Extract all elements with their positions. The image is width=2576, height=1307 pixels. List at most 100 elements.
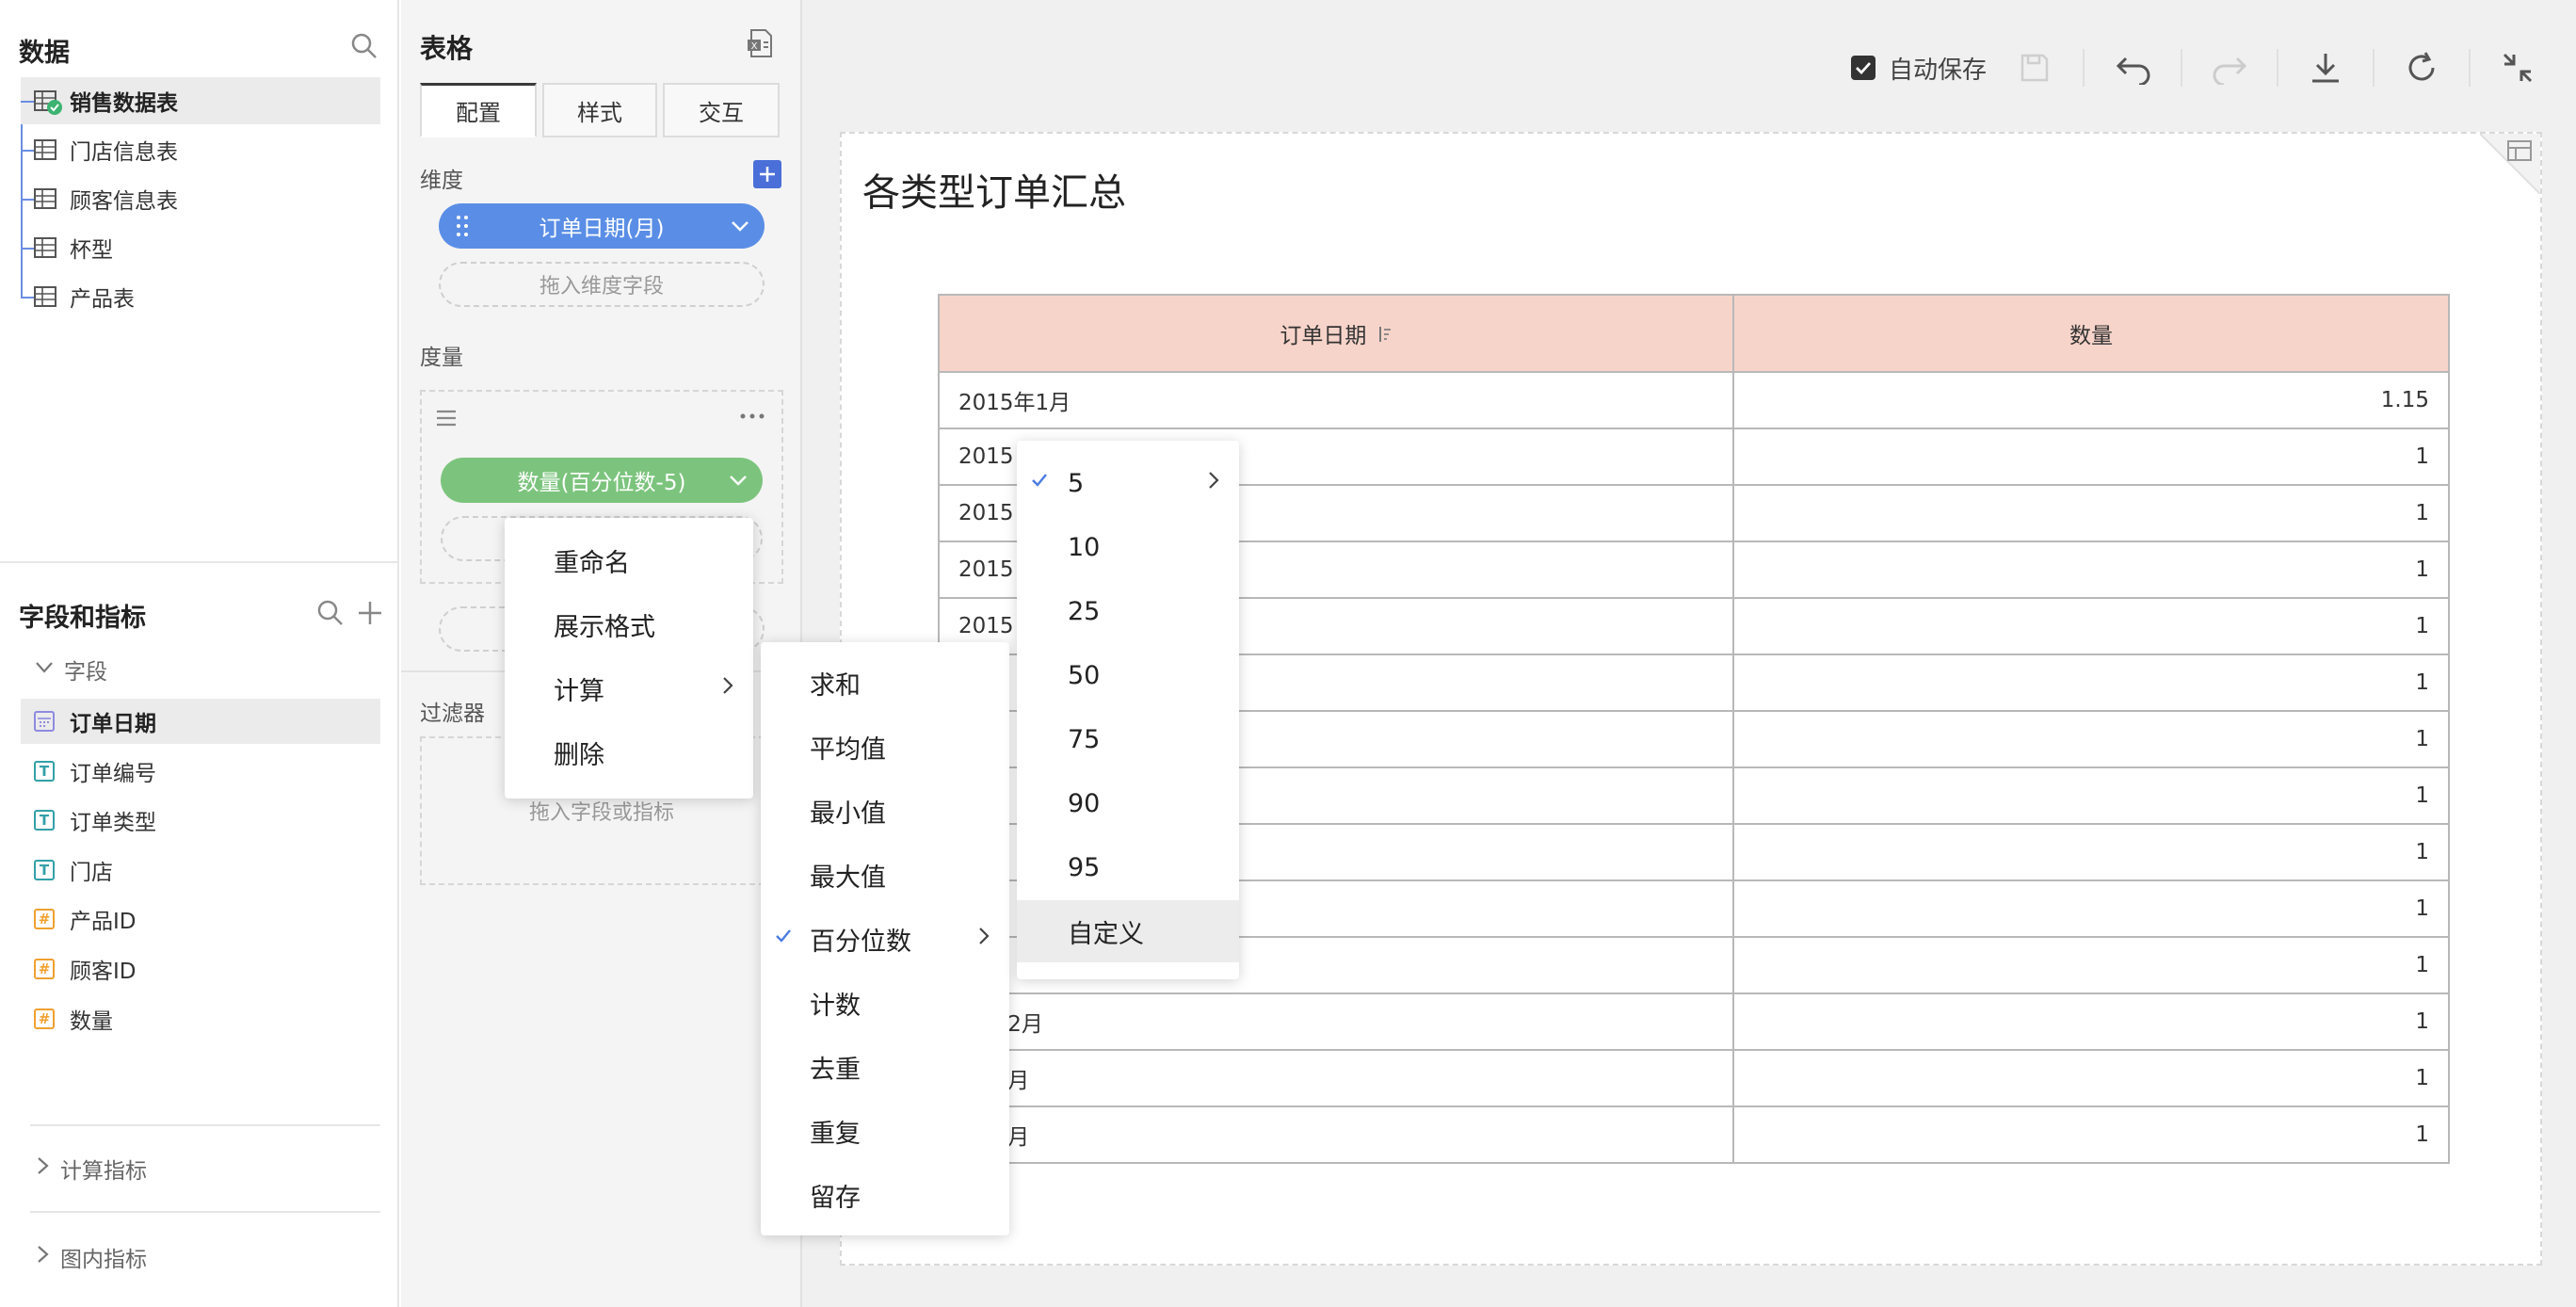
calc-menu-item[interactable]: 最大值: [761, 844, 1009, 906]
redo-icon[interactable]: [2211, 45, 2248, 90]
text-field-icon: T: [34, 810, 55, 831]
context-menu-item[interactable]: 计算: [505, 657, 753, 719]
measure-label: 度量: [420, 346, 463, 370]
table-item[interactable]: 杯型: [21, 224, 113, 271]
field-item[interactable]: T 订单类型: [21, 798, 380, 843]
qty-cell: 1: [1732, 1105, 2450, 1164]
column-header-qty[interactable]: 数量: [1732, 294, 2450, 373]
qty-cell: 1: [1732, 766, 2450, 825]
collapse-icon[interactable]: [2501, 45, 2535, 90]
table-item[interactable]: 门店信息表: [21, 126, 178, 173]
table-item[interactable]: 顾客信息表: [21, 175, 178, 222]
chevron-down-icon[interactable]: [727, 469, 749, 497]
tree-connector: [21, 101, 34, 103]
calc-menu-item[interactable]: 重复: [761, 1100, 1009, 1162]
percentile-menu-item-label: 95: [1068, 852, 1101, 882]
field-item[interactable]: # 数量: [21, 996, 380, 1041]
excel-icon[interactable]: X: [746, 28, 776, 62]
measure-pill[interactable]: 数量(百分位数-5): [441, 458, 763, 503]
calc-menu-item-label: 求和: [810, 670, 861, 701]
tree-connector: [21, 150, 34, 152]
percentile-menu-item-label: 10: [1068, 532, 1101, 562]
context-menu-item-label: 计算: [554, 676, 604, 706]
field-item[interactable]: # 产品ID: [21, 896, 380, 942]
tab-config[interactable]: 配置: [420, 83, 537, 137]
column-header-label: 数量: [2069, 324, 2113, 348]
table-item[interactable]: 销售数据表: [21, 77, 380, 124]
chevron-right-icon: [721, 675, 734, 702]
calc-submenu: 求和平均值 最小值最大值百分位数 计数去重重复 留存: [761, 642, 1009, 1235]
calc-menu-item[interactable]: 最小值: [761, 780, 1009, 842]
percentile-menu-item[interactable]: 50: [1017, 644, 1239, 706]
table-row: 6年1月1: [938, 1049, 2450, 1107]
table-row: 6年2月1: [938, 1105, 2450, 1164]
number-field-icon: #: [34, 909, 55, 930]
search-icon[interactable]: [316, 599, 345, 631]
percentile-menu-item[interactable]: 5: [1017, 452, 1239, 514]
dimension-pill[interactable]: 订单日期(月): [439, 203, 765, 249]
field-item[interactable]: 订单日期: [21, 699, 380, 744]
percentile-menu-item-label: 自定义: [1068, 919, 1144, 949]
percentile-menu-item[interactable]: 95: [1017, 836, 1239, 898]
toolbar-separator: [2083, 49, 2085, 87]
autosave-toggle[interactable]: 自动保存: [1851, 45, 1987, 90]
dimension-drop-zone[interactable]: 拖入维度字段: [439, 262, 765, 307]
table-row: 2015年1月 1.15: [938, 371, 2450, 429]
calc-menu-item[interactable]: 求和: [761, 652, 1009, 714]
context-menu-item[interactable]: 重命名: [505, 529, 753, 591]
save-icon[interactable]: [2019, 45, 2051, 90]
percentile-menu-item[interactable]: 自定义: [1017, 900, 1239, 962]
field-context-menu: 重命名展示格式计算删除: [505, 518, 753, 799]
field-item-label: 产品ID: [70, 910, 137, 935]
refresh-icon[interactable]: [2405, 45, 2439, 90]
field-item-label: 订单日期: [70, 712, 156, 736]
add-dimension-icon[interactable]: [753, 160, 781, 188]
context-menu-item[interactable]: 删除: [505, 721, 753, 783]
tree-connector: [21, 199, 34, 201]
download-icon[interactable]: [2309, 45, 2343, 90]
chevron-right-icon: [34, 1155, 51, 1182]
table-item-label: 销售数据表: [70, 91, 178, 116]
field-group-toggle[interactable]: 字段: [34, 654, 107, 686]
undo-icon[interactable]: [2115, 45, 2152, 90]
check-icon: [1030, 471, 1049, 495]
calc-menu-item[interactable]: 去重: [761, 1036, 1009, 1098]
tab-style[interactable]: 样式: [542, 83, 657, 137]
context-menu-item[interactable]: 展示格式: [505, 593, 753, 655]
calc-menu-item-label: 最大值: [810, 863, 886, 893]
calc-menu-item[interactable]: 留存: [761, 1164, 1009, 1226]
field-item-label: 订单类型: [70, 811, 156, 836]
field-item[interactable]: T 门店: [21, 847, 380, 893]
search-icon[interactable]: [350, 32, 378, 64]
column-header-date[interactable]: 订单日期: [938, 294, 1734, 373]
calc-menu-item[interactable]: 计数: [761, 972, 1009, 1034]
tab-interaction[interactable]: 交互: [663, 83, 780, 137]
context-menu-item-label: 展示格式: [554, 612, 655, 642]
table-item[interactable]: 产品表: [21, 273, 135, 320]
calc-metrics-toggle[interactable]: 计算指标: [34, 1153, 147, 1185]
toolbar-separator: [2277, 49, 2278, 87]
percentile-menu-item[interactable]: 75: [1017, 708, 1239, 770]
percentile-menu-item[interactable]: 90: [1017, 772, 1239, 834]
menu-icon[interactable]: [435, 407, 458, 433]
percentile-menu-item[interactable]: 25: [1017, 580, 1239, 642]
calc-menu-item-label: 去重: [810, 1055, 861, 1085]
sort-asc-icon[interactable]: [1377, 325, 1393, 349]
card-title: 各类型订单汇总: [862, 171, 1126, 215]
chevron-down-icon[interactable]: [729, 215, 751, 243]
context-menu-item-label: 重命名: [554, 548, 630, 578]
percentile-menu-item[interactable]: 10: [1017, 516, 1239, 578]
divider: [30, 1124, 380, 1126]
drag-handle-icon[interactable]: [456, 215, 469, 243]
check-icon: [774, 927, 793, 951]
more-icon[interactable]: [738, 405, 766, 431]
add-icon[interactable]: [356, 599, 384, 631]
chart-metrics-toggle[interactable]: 图内指标: [34, 1241, 147, 1273]
table-icon: [34, 237, 56, 258]
checkbox-checked-icon[interactable]: [1851, 56, 1876, 80]
corner-settings-icon[interactable]: [2479, 133, 2541, 195]
field-item[interactable]: # 顾客ID: [21, 946, 380, 992]
field-item[interactable]: T 订单编号: [21, 749, 380, 794]
calc-menu-item[interactable]: 百分位数: [761, 908, 1009, 970]
calc-menu-item[interactable]: 平均值: [761, 716, 1009, 778]
